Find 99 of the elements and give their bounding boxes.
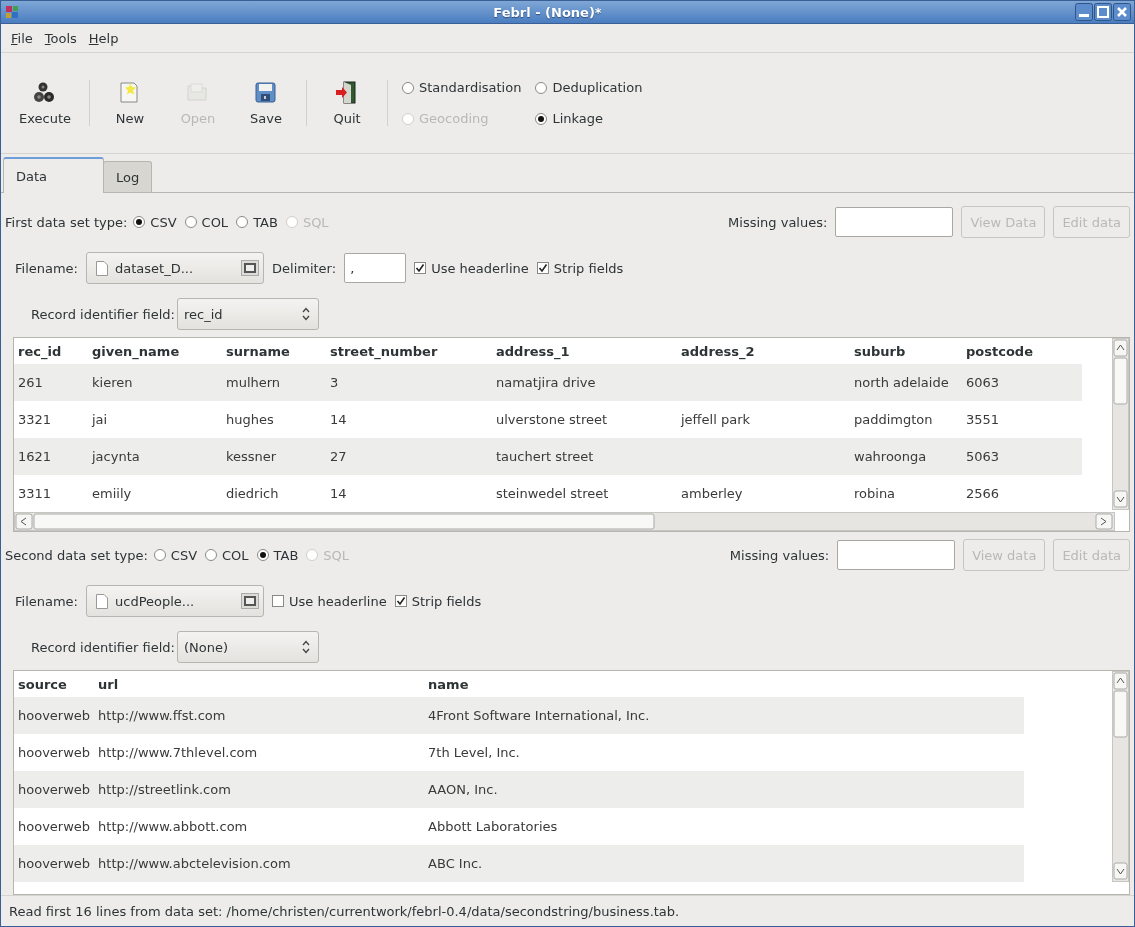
- table-cell: robina: [850, 475, 962, 512]
- table-cell: 261: [14, 364, 88, 401]
- table-cell: hooverweb: [14, 697, 95, 734]
- table-cell: diedrich: [222, 475, 326, 512]
- table-cell: http://www.abctelevision.com: [94, 845, 425, 882]
- table-cell: 1621: [14, 438, 88, 475]
- file-chooser-button[interactable]: dataset_D...: [86, 252, 264, 284]
- checkbox[interactable]: Strip fields: [394, 593, 482, 609]
- checkmark-icon: [415, 263, 426, 273]
- table-cell: 6063: [962, 364, 1082, 401]
- document-icon: [95, 592, 109, 610]
- table-cell: kieren: [88, 364, 222, 401]
- table-cell: 4Front Software International, Inc.: [424, 697, 1025, 734]
- field-label: Delimiter:: [272, 260, 337, 276]
- save-button[interactable]: Save: [234, 74, 298, 132]
- table-cell: 5063: [962, 438, 1082, 475]
- menu-item[interactable]: File: [5, 28, 39, 48]
- table-cell: paddimgton: [850, 401, 962, 438]
- missing-values-field[interactable]: [835, 207, 954, 237]
- table-cell: 3551: [962, 401, 1082, 438]
- table-cell: ulverstone street: [492, 401, 677, 438]
- folder-browse-icon: [241, 260, 259, 276]
- table-cell: hooverweb: [14, 845, 95, 882]
- folder-browse-icon: [241, 593, 259, 609]
- table-cell: AAON, Inc.: [424, 771, 1025, 808]
- missing-values-field[interactable]: [837, 540, 956, 570]
- table-cell: http://www.ffst.com: [94, 697, 425, 734]
- table-cell: steinwedel street: [492, 475, 677, 512]
- tab[interactable]: Log: [103, 161, 153, 192]
- record-id-dropdown[interactable]: (None): [176, 631, 319, 663]
- radio-button[interactable]: TAB: [236, 214, 278, 230]
- table-cell: http://streetlink.com: [94, 771, 425, 808]
- horizontal-scrollbar[interactable]: [14, 512, 1115, 531]
- table-cell: 7th Level, Inc.: [424, 734, 1025, 771]
- checkbox[interactable]: Use headerline: [414, 260, 529, 276]
- field-label: Second data set type:: [5, 547, 148, 563]
- table-cell: emiily: [88, 475, 222, 512]
- app-logo-icon: [4, 4, 20, 20]
- radio-button[interactable]: COL: [184, 214, 229, 230]
- table-cell: hooverweb: [14, 808, 95, 845]
- table-cell: ABC Inc.: [424, 845, 1025, 882]
- checkbox[interactable]: Strip fields: [536, 260, 624, 276]
- table-cell: north adelaide: [850, 364, 962, 401]
- table-cell: 3: [326, 364, 492, 401]
- table-cell: namatjira drive: [492, 364, 677, 401]
- table-cell: hooverweb: [14, 771, 95, 808]
- table-cell: mulhern: [222, 364, 326, 401]
- table-cell: amberley: [677, 475, 850, 512]
- field-label: Filename:: [15, 593, 78, 609]
- field-label: Missing values:: [728, 214, 828, 230]
- field-label: Record identifier field:: [31, 306, 175, 322]
- minimize-icon[interactable]: [1075, 3, 1093, 21]
- table-cell: 2566: [962, 475, 1082, 512]
- record-id-dropdown[interactable]: rec_id: [176, 298, 319, 330]
- table-cell: hooverweb: [14, 734, 95, 771]
- checkmark-icon: [395, 596, 406, 606]
- menu-item[interactable]: Help: [82, 28, 125, 48]
- table-cell: 14: [326, 401, 492, 438]
- radio-button[interactable]: TAB: [256, 547, 299, 563]
- table-cell: http://www.7thlevel.com: [94, 734, 425, 771]
- vertical-scrollbar[interactable]: [1112, 671, 1129, 882]
- maximize-icon[interactable]: [1094, 3, 1112, 21]
- checkbox[interactable]: Use headerline: [272, 593, 387, 609]
- radio-button[interactable]: COL: [205, 547, 249, 563]
- table-cell: 3311: [14, 475, 88, 512]
- field-label: Filename:: [15, 260, 78, 276]
- checkmark-icon: [537, 263, 548, 273]
- table-cell: 3321: [14, 401, 88, 438]
- status-text: Read first 16 lines from data set: /home/christen/currentwork/febrl-0.4/data/secondstring/business.tab.: [9, 903, 680, 919]
- new-button[interactable]: New: [98, 74, 162, 132]
- window-title: Febrl - (None)*: [492, 4, 603, 20]
- delimiter-field[interactable]: ,: [344, 253, 407, 283]
- table-cell: Abbott Laboratories: [424, 808, 1025, 845]
- field-label: Record identifier field:: [31, 639, 175, 655]
- table-cell: jeffell park: [677, 401, 850, 438]
- table-cell: 14: [326, 475, 492, 512]
- table-cell: jai: [88, 401, 222, 438]
- vertical-scrollbar[interactable]: [1112, 338, 1129, 510]
- radio-button[interactable]: Linkage: [535, 111, 643, 126]
- radio-button[interactable]: Standardisation: [402, 80, 522, 95]
- tab[interactable]: Data: [3, 157, 105, 193]
- execute-button[interactable]: Execute: [9, 74, 81, 132]
- table-cell: hughes: [222, 401, 326, 438]
- table-cell: kessner: [222, 438, 326, 475]
- file-chooser-button[interactable]: ucdPeople...: [86, 585, 264, 617]
- radio-button[interactable]: CSV: [153, 547, 198, 563]
- field-label: Missing values:: [729, 547, 830, 563]
- document-icon: [95, 259, 109, 277]
- table-cell: wahroonga: [850, 438, 962, 475]
- table-cell: http://www.abbott.com: [94, 808, 425, 845]
- field-label: First data set type:: [5, 214, 128, 230]
- radio-button[interactable]: CSV: [133, 214, 177, 230]
- table-cell: tauchert street: [492, 438, 677, 475]
- menu-item[interactable]: Tools: [38, 28, 83, 48]
- table-cell: 27: [326, 438, 492, 475]
- radio-button[interactable]: Deduplication: [535, 80, 643, 95]
- quit-button[interactable]: Quit: [315, 74, 379, 132]
- table-cell: jacynta: [88, 438, 222, 475]
- close-icon[interactable]: [1113, 3, 1131, 21]
